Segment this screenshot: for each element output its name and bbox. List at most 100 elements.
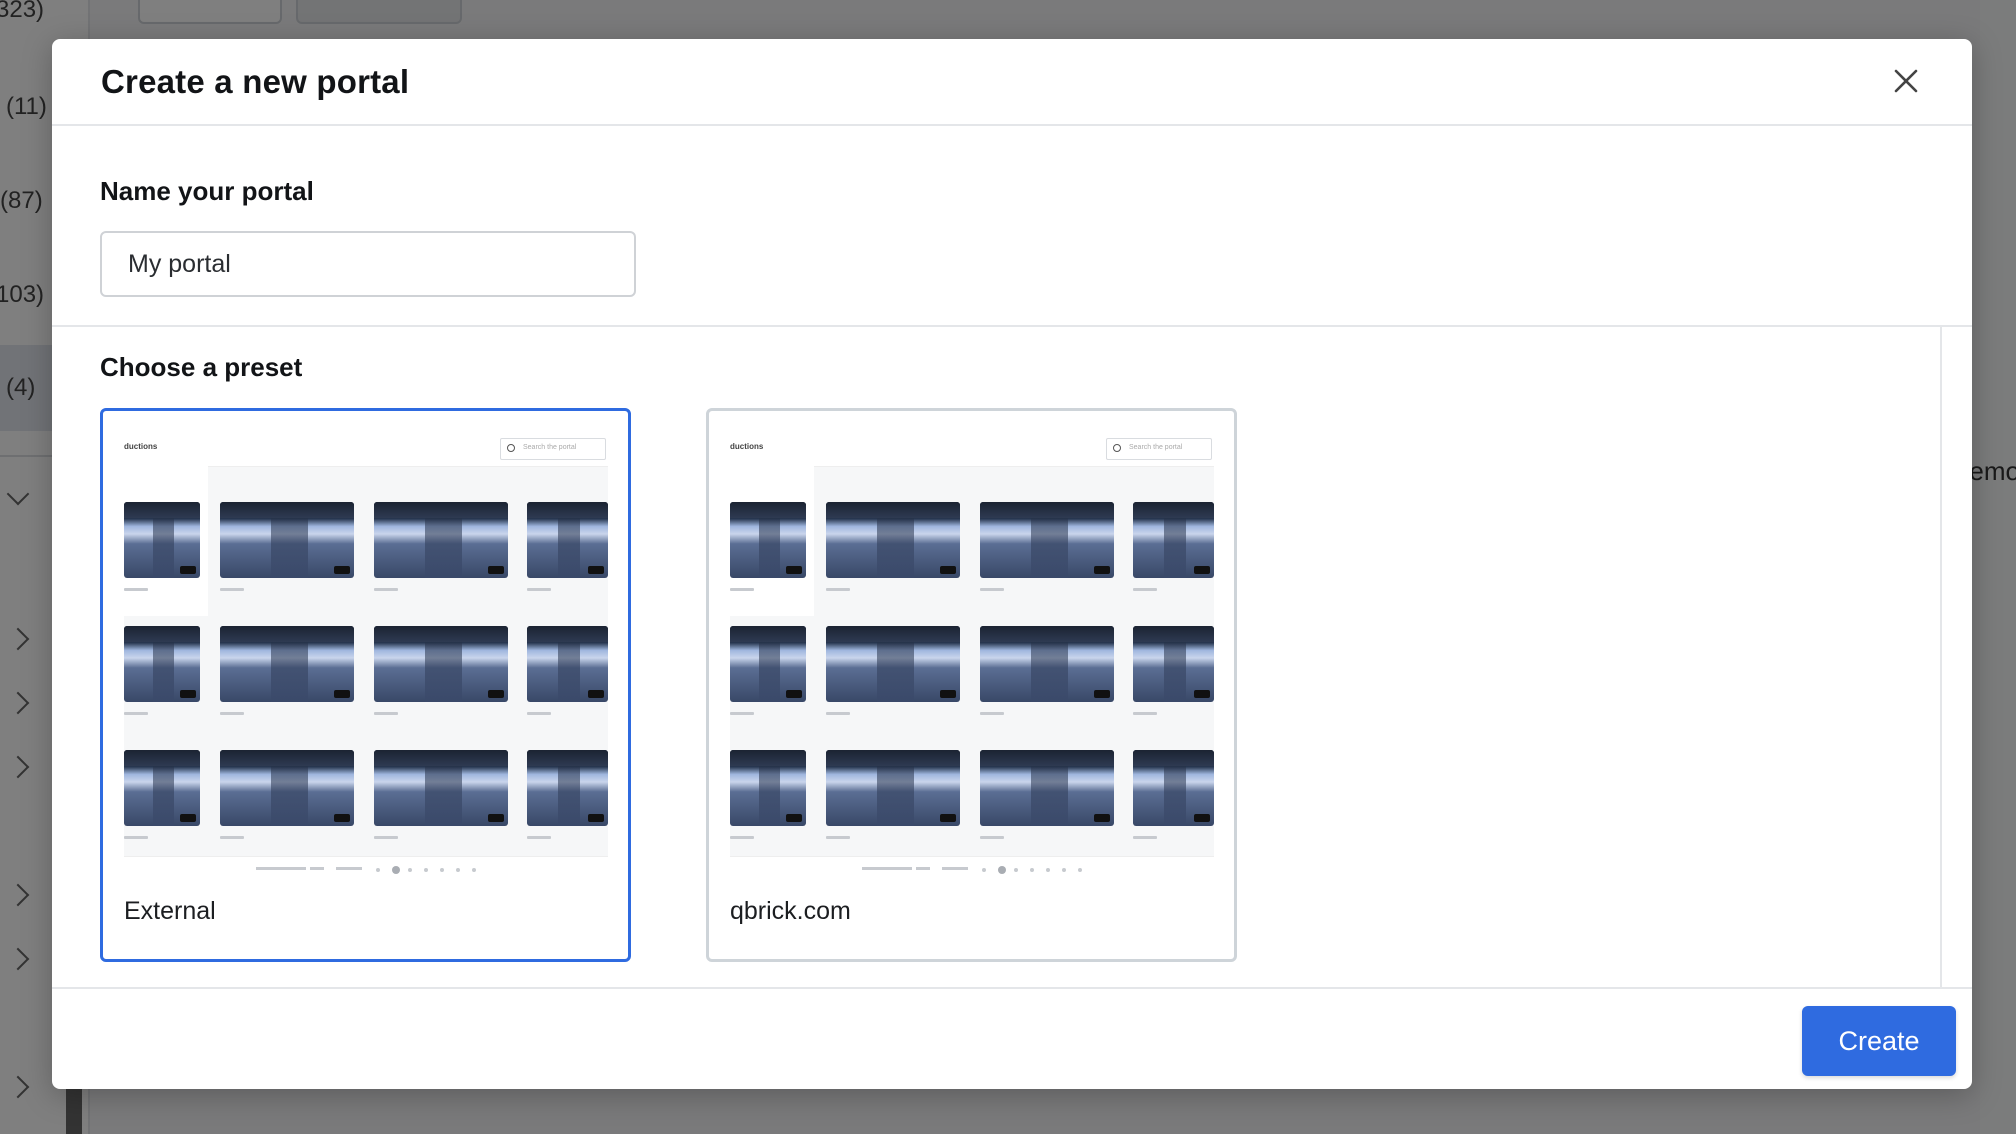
preview-video-thumbnail [980,502,1114,578]
modal-header: Create a new portal [52,39,1972,126]
preview-video-thumbnail [374,626,508,702]
preview-duration-badge [1194,814,1210,822]
preview-page-dot [1078,868,1082,872]
preview-page-dot [472,868,476,872]
preview-caption [980,836,1004,839]
preset-section-label: Choose a preset [100,352,303,382]
preview-video-thumbnail [730,626,806,702]
preview-video-thumbnail [220,502,354,578]
preview-duration-badge [786,814,802,822]
preview-page-dot [424,868,428,872]
preview-page-dot [1046,868,1050,872]
preview-duration-badge [180,566,196,574]
preview-pager-text [256,867,306,870]
preview-duration-badge [180,814,196,822]
preview-caption [124,712,148,715]
preview-video-thumbnail [730,502,806,578]
close-button[interactable] [1890,65,1922,97]
preview-page-dot [376,868,380,872]
preview-duration-badge [334,566,350,574]
close-icon [1894,69,1918,93]
preview-brand: ductions [124,442,158,451]
create-button[interactable]: Create [1802,1006,1956,1076]
search-icon [1113,444,1121,452]
preset-card-qbrick[interactable]: ductions Search the portal qbrick.com [706,408,1237,962]
preview-caption [980,712,1004,715]
preview-pagination [730,856,1214,880]
preview-page-dot [1030,868,1034,872]
preview-video-thumbnail [527,626,608,702]
preview-duration-badge [334,690,350,698]
preview-caption [374,588,398,591]
preview-duration-badge [588,690,604,698]
search-icon [507,444,515,452]
preview-duration-badge [940,566,956,574]
preview-video-thumbnail [220,750,354,826]
preview-duration-badge [1094,814,1110,822]
preview-caption [826,712,850,715]
preview-caption [980,588,1004,591]
preview-duration-badge [1194,566,1210,574]
preview-page-dot [1062,868,1066,872]
section-divider [52,325,1972,327]
preview-video-thumbnail [1133,750,1214,826]
preview-video-thumbnail [826,750,960,826]
preset-name: External [124,897,216,925]
preset-scrollbar[interactable] [1940,327,1972,987]
preview-duration-badge [1194,690,1210,698]
preview-pager-text [310,867,324,870]
preview-caption [1133,588,1157,591]
preview-search-placeholder: Search the portal [523,444,577,451]
preview-caption [730,588,754,591]
preview-duration-badge [588,814,604,822]
preview-duration-badge [940,690,956,698]
preview-header: ductions Search the portal [730,432,1214,467]
preview-duration-badge [786,566,802,574]
preview-page-dot [982,868,986,872]
preview-video-thumbnail [220,626,354,702]
preview-video-thumbnail [1133,626,1214,702]
preview-video-thumbnail [374,750,508,826]
preview-caption [730,712,754,715]
preview-caption [730,836,754,839]
preview-video-thumbnail [124,502,200,578]
preview-caption [1133,712,1157,715]
preview-caption [124,588,148,591]
preview-duration-badge [488,566,504,574]
preview-brand: ductions [730,442,764,451]
create-portal-modal: Create a new portal Name your portal Cho… [52,39,1972,1089]
modal-title: Create a new portal [101,63,410,100]
portal-name-label: Name your portal [100,176,314,206]
preview-video-thumbnail [826,502,960,578]
preview-caption [220,712,244,715]
preview-caption [826,836,850,839]
preview-caption [124,836,148,839]
preset-card-external[interactable]: ductions Search the portal External [100,408,631,962]
preview-duration-badge [786,690,802,698]
preview-video-thumbnail [527,502,608,578]
footer-divider [52,987,1972,989]
preview-page-dot [440,868,444,872]
preset-name: qbrick.com [730,897,851,925]
preview-caption [1133,836,1157,839]
preview-page-dot [1014,868,1018,872]
preview-duration-badge [1094,566,1110,574]
preview-page-dot [456,868,460,872]
preview-search: Search the portal [500,438,606,460]
preview-pager-text [862,867,912,870]
preview-pager-text [916,867,930,870]
preview-duration-badge [180,690,196,698]
preview-duration-badge [334,814,350,822]
preview-video-thumbnail [124,626,200,702]
preview-video-thumbnail [374,502,508,578]
portal-name-input[interactable] [100,231,636,297]
preview-caption [220,836,244,839]
preview-video-thumbnail [527,750,608,826]
preview-page-dot [392,866,400,874]
preview-caption [220,588,244,591]
preview-page-dot [998,866,1006,874]
preview-pager-text [942,867,968,870]
preview-video-thumbnail [980,750,1114,826]
preview-duration-badge [488,814,504,822]
preview-video-thumbnail [124,750,200,826]
